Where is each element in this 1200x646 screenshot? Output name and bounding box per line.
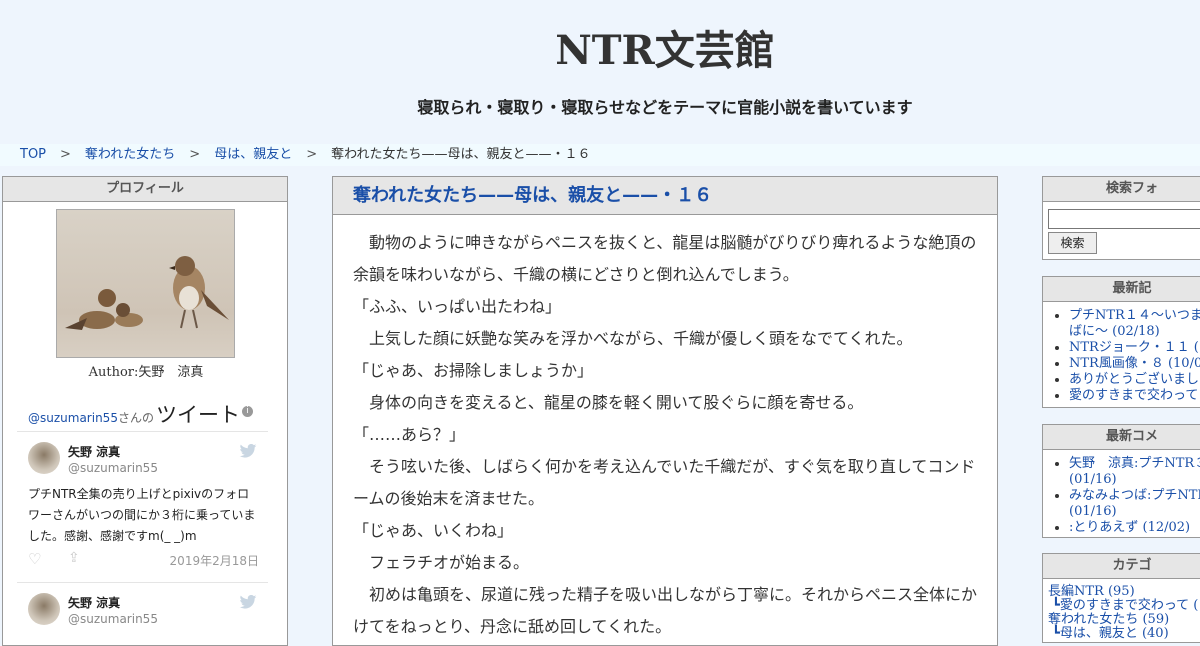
recent-comment-item[interactable]: 矢野 涼真:プチNTR３(01/16): [1069, 456, 1200, 488]
breadcrumb-top[interactable]: TOP: [20, 147, 46, 162]
category-item[interactable]: 長編NTR (95): [1048, 585, 1200, 599]
article-title[interactable]: 奪われた女たち——母は、親友と——・１６: [333, 177, 997, 215]
recent-post-item[interactable]: プチNTR１４～いつまばに～ (02/18): [1069, 308, 1200, 340]
article-panel: 奪われた女たち——母は、親友と——・１６ 動物のように呻きながらペニスを抜くと、…: [332, 176, 998, 646]
breadcrumb-separator: >: [306, 147, 318, 162]
twitter-bird-icon[interactable]: [239, 595, 257, 609]
recent-posts-panel: 最新記 プチNTR１４～いつまばに～ (02/18) NTRジョーク・１１ (1…: [1042, 276, 1200, 408]
heart-icon[interactable]: ♡: [28, 550, 41, 568]
breadcrumb-separator: >: [189, 147, 201, 162]
article-paragraph: フェラチオが始まる。: [353, 553, 530, 572]
category-item[interactable]: 奪われた女たち (59): [1048, 613, 1200, 627]
profile-author: Author:矢野 涼真: [88, 365, 204, 380]
site-description: 寝取られ・寝取り・寝取らせなどをテーマに官能小説を書いています: [417, 98, 913, 117]
search-input[interactable]: [1048, 209, 1200, 229]
article-paragraph: 上気した顔に妖艶な笑みを浮かべながら、千織が優しく頭をなでてくれた。: [353, 329, 913, 348]
categories-heading: カテゴ: [1043, 554, 1200, 579]
site-title[interactable]: NTR文芸館: [0, 18, 1200, 76]
twitter-handle-link[interactable]: @suzumarin55: [28, 411, 118, 425]
recent-comment-item[interactable]: みなみよつば:プチNTR(01/16): [1069, 488, 1200, 520]
article-paragraph: 「……あら？」: [353, 425, 466, 444]
twitter-suffix: さんの: [117, 411, 154, 425]
profile-panel: プロフィール Author:矢野 涼真 @suzumarin55さんのツイート …: [2, 176, 288, 646]
recent-post-item[interactable]: ありがとうございまし: [1069, 372, 1200, 388]
tweet-text: プチNTR全集の売り上げとpixivのフォロワーさんがいつの間にか３桁に乗ってい…: [28, 487, 256, 543]
tweet-author-handle[interactable]: @suzumarin55: [68, 612, 158, 626]
tweet-date[interactable]: 2019年2月18日: [170, 552, 259, 569]
tweet-avatar[interactable]: [28, 593, 60, 625]
tweet-avatar[interactable]: [28, 442, 60, 474]
recent-comment-item[interactable]: :とりあえず (12/02): [1069, 520, 1200, 536]
tweet-author-handle[interactable]: @suzumarin55: [68, 461, 158, 475]
search-button[interactable]: 検索: [1048, 232, 1097, 254]
twitter-title: ツイート: [155, 403, 240, 427]
article-paragraph: 身体の向きを変えると、龍星の膝を軽く開いて股ぐらに顔を寄せる。: [353, 393, 864, 412]
category-subitem[interactable]: ┗愛のすきまで交わって (: [1048, 599, 1200, 613]
recent-post-item[interactable]: NTRジョーク・１１ (1: [1069, 340, 1200, 356]
share-icon[interactable]: ⇪: [68, 550, 80, 566]
recent-post-item[interactable]: NTR風画像・８ (10/01): [1069, 356, 1200, 372]
article-body: 動物のように呻きながらペニスを抜くと、龍星は脳髄がびりびり痺れるような絶頂の余韻…: [333, 227, 997, 643]
recent-comments-panel: 最新コメ 矢野 涼真:プチNTR３(01/16) みなみよつば:プチNTR(01…: [1042, 424, 1200, 538]
breadcrumb-separator: >: [60, 147, 71, 162]
profile-sparrows-image: [56, 209, 235, 358]
search-panel: 検索フォ 検索: [1042, 176, 1200, 260]
sparrows-illustration: [65, 256, 229, 330]
breadcrumb-subcategory[interactable]: 母は、親友と: [214, 147, 292, 162]
breadcrumb-category[interactable]: 奪われた女たち: [85, 147, 175, 162]
recent-post-item[interactable]: 愛のすきまで交わって: [1069, 388, 1200, 404]
article-paragraph: 動物のように呻きながらペニスを抜くと、龍星は脳髄がびりびり痺れるような絶頂の余韻…: [353, 233, 977, 284]
article-paragraph: 「じゃあ、お掃除しましょうか」: [353, 361, 594, 380]
profile-heading: プロフィール: [3, 177, 287, 202]
recent-comments-heading: 最新コメ: [1043, 425, 1200, 450]
twitter-timeline-header: @suzumarin55さんのツイート: [28, 399, 240, 429]
breadcrumb-current: 奪われた女たち——母は、親友と——・１６: [331, 147, 591, 162]
article-paragraph: そう呟いた後、しばらく何かを考え込んでいた千織だが、すぐ気を取り直してコンドーム…: [353, 457, 976, 508]
tweet-author-name[interactable]: 矢野 涼真: [68, 594, 120, 611]
article-paragraph: 「ふふ、いっぱい出たわね」: [353, 297, 562, 316]
recent-posts-heading: 最新記: [1043, 277, 1200, 302]
category-subitem[interactable]: ┗母は、親友と (40): [1048, 627, 1200, 641]
tweet-card: 矢野 涼真 @suzumarin55: [17, 582, 268, 643]
tweet-author-name[interactable]: 矢野 涼真: [68, 443, 120, 460]
search-heading: 検索フォ: [1043, 177, 1200, 202]
twitter-bird-icon[interactable]: [239, 444, 257, 458]
article-paragraph: 初めは亀頭を、尿道に残った精子を吸い出しながら丁寧に。それからペニス全体にかけて…: [353, 585, 978, 636]
tweet-card: 矢野 涼真 @suzumarin55 プチNTR全集の売り上げとpixivのフォ…: [17, 431, 268, 582]
info-icon[interactable]: i: [242, 406, 253, 417]
article-paragraph: 「じゃあ、いくわね」: [353, 521, 514, 540]
breadcrumb: TOP > 奪われた女たち > 母は、親友と > 奪われた女たち——母は、親友と——・１６: [0, 144, 1200, 166]
